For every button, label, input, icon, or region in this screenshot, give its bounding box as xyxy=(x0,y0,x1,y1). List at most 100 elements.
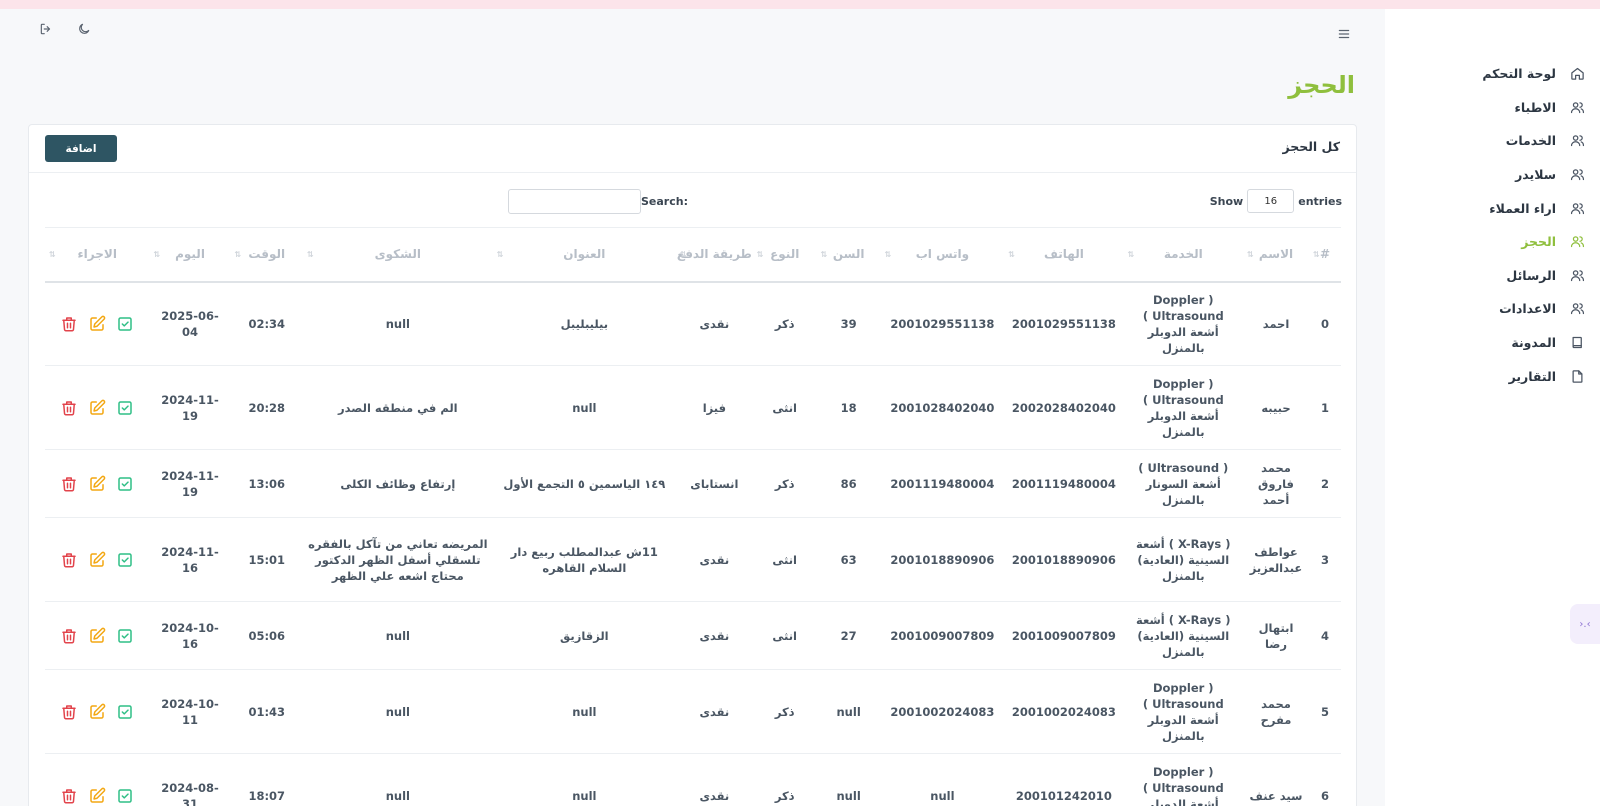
cell-gender: ذكر xyxy=(752,753,817,806)
column-header-3[interactable]: الهاتف ⇅ xyxy=(1004,227,1124,283)
column-header-4[interactable]: واتس اب ⇅ xyxy=(880,227,1005,283)
sidebar-item-1[interactable]: الاطباء xyxy=(1385,91,1600,125)
home-icon xyxy=(1568,65,1586,83)
bookings-card: كل الحجز اضافة Show entries Search: #⇅ال… xyxy=(28,124,1357,806)
sort-arrows-icon: ⇅ xyxy=(884,250,892,259)
column-header-2[interactable]: الخدمة ⇅ xyxy=(1123,227,1243,283)
sidebar-item-4[interactable]: اراء العملاء xyxy=(1385,191,1600,225)
logout-icon[interactable] xyxy=(38,21,54,37)
edit-icon[interactable] xyxy=(87,314,107,334)
trash-icon[interactable] xyxy=(59,626,79,646)
cell-age: 63 xyxy=(816,517,881,602)
column-header-8[interactable]: العنوان ⇅ xyxy=(492,227,676,283)
sidebar-item-7[interactable]: الاعدادات xyxy=(1385,292,1600,326)
table-row: 6 سيد عنف( Doppler Ultrasound ) أشعة الدو… xyxy=(45,753,1341,806)
trash-icon[interactable] xyxy=(59,550,79,570)
cell-actions xyxy=(45,669,150,754)
add-button[interactable]: اضافة xyxy=(45,135,117,162)
cell-time: 05:06 xyxy=(230,601,303,670)
cell-actions xyxy=(45,753,150,806)
column-header-5[interactable]: السن ⇅ xyxy=(816,227,881,283)
column-header-9[interactable]: الشكوى ⇅ xyxy=(302,227,493,283)
show-label: Show xyxy=(1209,194,1244,208)
edit-icon[interactable] xyxy=(87,398,107,418)
cell-payment: فيزا xyxy=(676,365,753,450)
column-header-12[interactable]: الاجراء ⇅ xyxy=(45,227,150,283)
edit-icon[interactable] xyxy=(87,786,107,806)
cell-complaint: إرتفاع وظائف الكلى xyxy=(302,449,493,518)
sidebar-item-8[interactable]: المدونة xyxy=(1385,326,1600,360)
table-row: 3 عواطف عبدالعزيز( X-Rays ) أشعة السينية … xyxy=(45,517,1341,602)
cell-service: ( Doppler Ultrasound ) أشعة الدوبلر بالم… xyxy=(1123,753,1243,806)
column-header-label: الشكوى xyxy=(374,247,421,262)
sort-arrows-icon: ⇅ xyxy=(820,250,828,259)
cell-phone: 2001009007809 xyxy=(1004,601,1124,670)
check-square-icon[interactable] xyxy=(115,474,135,494)
cell-age: 18 xyxy=(816,365,881,450)
column-header-11[interactable]: اليوم ⇅ xyxy=(149,227,231,283)
check-square-icon[interactable] xyxy=(115,398,135,418)
edit-icon[interactable] xyxy=(87,550,107,570)
edit-icon[interactable] xyxy=(87,702,107,722)
card-header: كل الحجز اضافة xyxy=(29,125,1356,173)
search-control: Search: xyxy=(508,189,688,214)
edit-icon[interactable] xyxy=(87,474,107,494)
table-row: 0 احمد( Doppler Ultrasound ) أشعة الدوبلر… xyxy=(45,281,1341,366)
table-controls: Show entries Search: xyxy=(29,173,1356,227)
column-header-label: الهاتف xyxy=(1043,247,1084,262)
cell-gender: انثى xyxy=(752,601,817,670)
trash-icon[interactable] xyxy=(59,702,79,722)
trash-icon[interactable] xyxy=(59,314,79,334)
check-square-icon[interactable] xyxy=(115,550,135,570)
cell-time: 15:01 xyxy=(230,517,303,602)
cell-day: 2025-06-04 xyxy=(149,281,231,366)
trash-icon[interactable] xyxy=(59,398,79,418)
column-header-1[interactable]: الاسم ⇅ xyxy=(1242,227,1310,283)
cell-age: null xyxy=(816,753,881,806)
cell-num: 6 xyxy=(1309,753,1341,806)
row-actions xyxy=(49,550,146,570)
sidebar-item-3[interactable]: سلايدر xyxy=(1385,158,1600,192)
top-accent-bar xyxy=(0,0,1600,9)
row-actions xyxy=(49,314,146,334)
check-square-icon[interactable] xyxy=(115,702,135,722)
check-square-icon[interactable] xyxy=(115,786,135,806)
column-header-label: الاجراء xyxy=(77,247,117,262)
sidebar-item-label: التقارير xyxy=(1508,368,1556,384)
check-square-icon[interactable] xyxy=(115,314,135,334)
cell-phone: 2001029551138 xyxy=(1004,281,1124,366)
column-header-6[interactable]: النوع ⇅ xyxy=(752,227,817,283)
sidebar-item-label: الاعدادات xyxy=(1499,301,1556,317)
trash-icon[interactable] xyxy=(59,474,79,494)
column-header-10[interactable]: الوقت ⇅ xyxy=(230,227,303,283)
sidebar-item-2[interactable]: الخدمات xyxy=(1385,124,1600,158)
cell-day: 2024-11-19 xyxy=(149,365,231,450)
menu-icon[interactable] xyxy=(1336,26,1352,42)
sidebar-item-9[interactable]: التقارير xyxy=(1385,359,1600,393)
sidebar-item-0[interactable]: لوحة التحكم xyxy=(1385,57,1600,91)
users-icon xyxy=(1568,132,1586,150)
users-icon xyxy=(1568,233,1586,251)
table-row: 2 محمد فاروق أحمد( Ultrasound ) أشعة السو… xyxy=(45,449,1341,518)
sidebar-item-5[interactable]: الحجز xyxy=(1385,225,1600,259)
cell-service: ( Doppler Ultrasound ) أشعة الدوبلر بالم… xyxy=(1123,365,1243,450)
entries-select[interactable] xyxy=(1247,189,1295,213)
edit-icon[interactable] xyxy=(87,626,107,646)
sort-arrows-icon: ⇅ xyxy=(496,250,504,259)
cell-phone: 2002028402040 xyxy=(1004,365,1124,450)
cell-address: ١٤٩ الياسمين ٥ التجمع الأول xyxy=(492,449,676,518)
column-header-7[interactable]: طريقة الدفع ⇅ xyxy=(676,227,753,283)
cell-whatsapp: 2001119480004 xyxy=(880,449,1005,518)
cell-actions xyxy=(45,601,150,670)
column-header-0[interactable]: # ⇅ xyxy=(1309,227,1341,283)
trash-icon[interactable] xyxy=(59,786,79,806)
sidebar-item-label: الخدمات xyxy=(1505,133,1556,149)
check-square-icon[interactable] xyxy=(115,626,135,646)
cell-name: محمد فاروق أحمد xyxy=(1242,449,1310,518)
sort-arrows-icon: ⇅ xyxy=(306,250,314,259)
cell-actions xyxy=(45,449,150,518)
moon-icon[interactable] xyxy=(76,21,92,37)
search-input[interactable] xyxy=(508,189,641,214)
customizer-tab[interactable]: ›.‹ xyxy=(1570,604,1600,644)
sidebar-item-6[interactable]: الرسائل xyxy=(1385,259,1600,293)
